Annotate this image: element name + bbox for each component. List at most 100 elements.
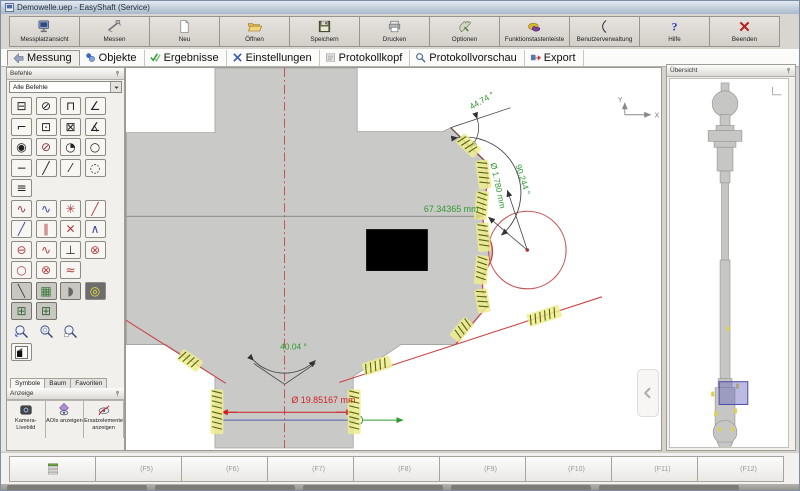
command-filter-select[interactable]: Alle Befehle <box>9 81 122 93</box>
cmd-hatch[interactable]: ▦ <box>36 282 57 300</box>
toolbar-button-hilfe[interactable]: ? Hilfe <box>639 16 710 47</box>
cmd-roundness[interactable]: ○ <box>11 261 32 279</box>
toolbar-button-optionen[interactable]: Optionen <box>429 16 500 47</box>
cmd-concentricity[interactable]: ⊗ <box>36 261 57 279</box>
toolbar-button-benutzerverwaltung[interactable]: Benutzerverwaltung <box>569 16 640 47</box>
tab-messung[interactable]: Messung <box>7 50 80 66</box>
cmd-coordinate-system[interactable]: ⊥ <box>60 241 81 259</box>
cmd-construction-line[interactable]: ╲ <box>11 282 32 300</box>
toolbar-button-oeffnen[interactable]: Öffnen <box>219 16 290 47</box>
command-glyph: ⊞ <box>16 305 26 317</box>
taskbar-segment <box>303 485 443 491</box>
cmd-profile[interactable]: ∿ <box>36 200 57 218</box>
taskbar-segment <box>451 485 591 491</box>
display-button-kamera-livebild[interactable]: Kamera-Livebild <box>7 401 46 438</box>
open-folder-icon <box>247 19 262 34</box>
cmd-position-x[interactable]: ⊡ <box>36 118 57 136</box>
toolbar-button-label: Hilfe <box>668 36 681 43</box>
cmd-circle-diameter[interactable]: ⊘ <box>36 138 57 156</box>
cmd-cylinder[interactable]: ⊖ <box>11 241 32 259</box>
toolbar-button-messplatzansicht[interactable]: Messplatzansicht <box>9 16 80 47</box>
cmd-width[interactable]: ⊟ <box>11 97 32 115</box>
toolbar-button-label: Optionen <box>452 36 478 43</box>
cmd-roughness[interactable]: ≈ <box>60 261 81 279</box>
pin-icon[interactable] <box>114 389 121 398</box>
cmd-peak[interactable]: ∧ <box>85 220 106 238</box>
cmd-groove[interactable]: ⊓ <box>60 97 81 115</box>
function-key-label: (F7) <box>312 466 325 473</box>
cmd-table-1[interactable]: ⊞ <box>11 302 32 320</box>
fkey-f12[interactable]: (F12) <box>697 456 784 482</box>
cmd-rotation[interactable]: ⊗ <box>85 241 106 259</box>
function-key-label: (F11) <box>654 466 670 473</box>
toolbar-button-drucken[interactable]: Drucken <box>359 16 430 47</box>
tab-einstellungen[interactable]: Einstellungen <box>227 50 320 66</box>
command-glyph: ⊗ <box>90 244 100 256</box>
cmd-angle[interactable]: ∠ <box>85 97 106 115</box>
cmd-parallelism[interactable]: ∥ <box>36 220 57 238</box>
cmd-runout[interactable]: ∿ <box>36 241 57 259</box>
cmd-taper[interactable]: ∡ <box>85 118 106 136</box>
command-row <box>11 323 122 341</box>
overview-collapse-button[interactable] <box>637 369 659 417</box>
display-button-aois-anzeigen[interactable]: AOIs anzeigen <box>46 401 85 438</box>
pin-icon[interactable] <box>785 66 792 75</box>
cmd-line[interactable]: − <box>11 159 32 177</box>
cmd-zoom-out[interactable] <box>11 323 32 341</box>
toolbar-button-speichern[interactable]: Speichern <box>289 16 360 47</box>
tab-export[interactable]: Export <box>525 50 584 66</box>
annotation-angle-top: 44.74 ° <box>468 89 496 111</box>
panel-tab-symbole[interactable]: Symbole <box>10 378 45 388</box>
fkey-f7[interactable]: (F7) <box>267 456 354 482</box>
fkey-f5[interactable]: (F5) <box>95 456 182 482</box>
cmd-arc[interactable]: ◔ <box>60 138 81 156</box>
cmd-highlight-circle[interactable]: ◎ <box>85 282 106 300</box>
cmd-contour[interactable]: ∿ <box>11 200 32 218</box>
cmd-circle[interactable]: ○ <box>85 138 106 156</box>
fkey-f10[interactable]: (F10) <box>525 456 612 482</box>
cmd-form-line[interactable]: ╱ <box>85 200 106 218</box>
panel-tab-favoriten[interactable]: Favoriten <box>70 378 107 388</box>
cmd-invert-view[interactable] <box>11 343 32 361</box>
fkey-f6[interactable]: (F6) <box>181 456 268 482</box>
display-panel-header: Anzeige <box>7 388 124 400</box>
pin-icon[interactable] <box>114 69 121 78</box>
measurement-canvas[interactable]: Y X 44.74 ° 90.244 ° Ø 1.780 mm 67.34365… <box>125 67 662 451</box>
tab-ergebnisse[interactable]: Ergebnisse <box>145 50 227 66</box>
title-bar[interactable]: Demowelle.uep - EasyShaft (Service) <box>1 1 799 14</box>
toolbar-button-neu[interactable]: Neu <box>149 16 220 47</box>
overview-selection[interactable] <box>719 382 748 405</box>
cmd-crossing[interactable]: ✕ <box>60 220 81 238</box>
cmd-zoom-window[interactable] <box>60 323 81 341</box>
toolbar-button-funktionstastenleiste[interactable]: Funktionstastenleiste <box>499 16 570 47</box>
display-button-ersatzelemente-anzeigen[interactable]: Ersatzelemente anzeigen <box>84 401 124 438</box>
tab-objekte[interactable]: Objekte <box>80 50 145 66</box>
cmd-line-dashed[interactable]: ⁄ <box>60 159 81 177</box>
cmd-line-slanted[interactable]: ╱ <box>36 159 57 177</box>
toolbar-button-messen[interactable]: Messen <box>79 16 150 47</box>
command-glyph: ∿ <box>16 203 26 215</box>
cmd-table-2[interactable]: ⊞ <box>36 302 57 320</box>
cmd-position-z[interactable]: ⊠ <box>60 118 81 136</box>
panel-tab-baum[interactable]: Baum <box>44 378 71 388</box>
cmd-form-circle[interactable]: ✳ <box>60 200 81 218</box>
cmd-zoom-pan[interactable] <box>36 323 57 341</box>
fkey-f11[interactable]: (F11) <box>611 456 698 482</box>
function-key-label: (F10) <box>568 466 585 473</box>
command-glyph: ⊓ <box>66 100 75 112</box>
cmd-ellipse[interactable]: ◌ <box>85 159 106 177</box>
fkey-layers[interactable] <box>9 456 96 482</box>
toolbar-button-beenden[interactable]: Beenden <box>709 16 780 47</box>
cmd-circle-angle[interactable]: ⊘ <box>36 97 57 115</box>
tab-protokollkopf[interactable]: Protokollkopf <box>320 50 411 66</box>
cmd-step[interactable]: ⌐ <box>11 118 32 136</box>
overview-canvas[interactable] <box>669 78 789 448</box>
fkey-f9[interactable]: (F9) <box>439 456 526 482</box>
cmd-parallel-lines[interactable]: ≡ <box>11 179 32 197</box>
fkey-f8[interactable]: (F8) <box>353 456 440 482</box>
layers-icon <box>45 461 61 477</box>
cmd-sector[interactable]: ◗ <box>60 282 81 300</box>
cmd-circle-center[interactable]: ◉ <box>11 138 32 156</box>
cmd-slope[interactable]: ╱ <box>11 220 32 238</box>
tab-protokollvorschau[interactable]: Protokollvorschau <box>410 50 524 66</box>
